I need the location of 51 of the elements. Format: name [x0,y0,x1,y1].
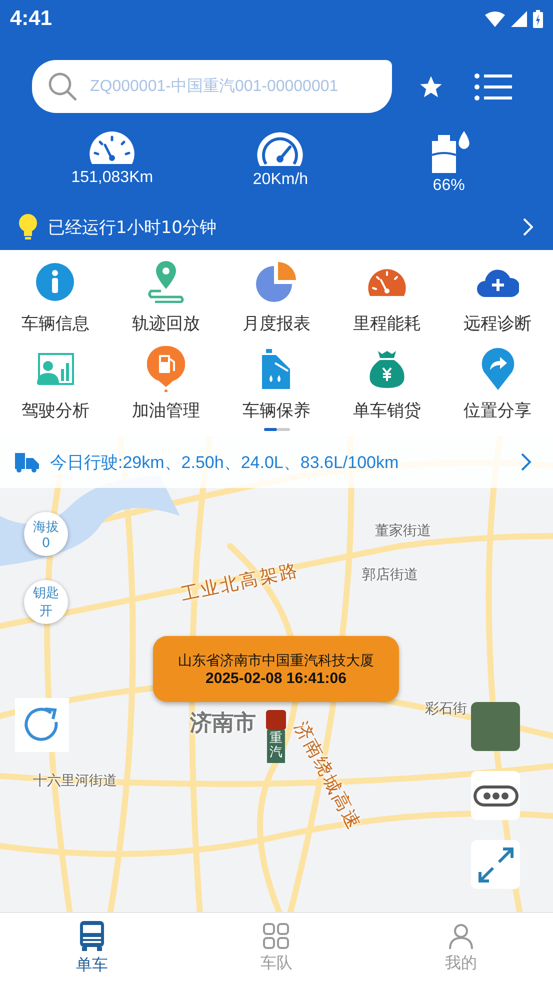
feature-menu-item[interactable]: 加油管理 [110,345,222,422]
gauge-icon [89,131,136,165]
chevron-right-icon [523,218,533,236]
truck-icon [79,920,106,950]
cloud-plus-icon [476,267,519,297]
location-route-icon [146,261,185,303]
stat-value: 66% [432,177,465,195]
chevron-right-icon [521,453,531,471]
status-badge: 钥匙 开 [24,580,68,624]
share-pin-icon [480,348,515,390]
feature-menu-item[interactable]: 轨迹回放 [110,258,222,335]
status-time: 4:41 [10,7,52,31]
expand-button[interactable] [471,840,520,889]
more-button[interactable] [471,771,520,820]
search-icon [48,72,78,102]
location-popup: 山东省济南市中国重汽科技大厦 2025-02-08 16:41:06 [153,636,399,702]
place-label: 十六里河街道 [33,772,117,790]
place-label: 董家街道 [375,522,431,540]
oil-bottle-icon [261,349,292,389]
gauge-icon [367,268,408,296]
feature-menu-item[interactable]: 月度报表 [221,258,332,335]
stat-value: 151,083Km [71,169,154,187]
search-field[interactable]: ZQ000001-中国重汽001-00000001 [32,60,392,113]
truck-icon [14,451,40,473]
feature-menu-item[interactable]: 位置分享 [442,345,553,422]
feature-menu-item[interactable]: 里程能耗 [332,258,442,335]
info-icon [36,263,74,301]
feature-menu-item[interactable]: 驾驶分析 [0,345,111,422]
feature-menu-item[interactable]: 车辆信息 [0,258,111,335]
driver-chart-icon [36,353,74,385]
road-label: 工业北高架路 [178,558,302,606]
runtime-banner[interactable]: 已经运行1小时10分钟 [0,208,553,250]
grid-icon [263,922,290,948]
lightbulb-icon [18,214,38,240]
stat-value: 20Km/h [252,171,308,189]
nav-tab[interactable]: 单车 [0,913,184,983]
feature-menu-item[interactable]: 车辆保养 [221,345,332,422]
pie-chart-icon [256,262,296,302]
fuel-pump-pin-icon [146,346,185,392]
feature-menu-item[interactable]: 单车销贷 [332,345,442,422]
battery-icon [533,10,543,28]
wifi-icon [485,11,505,27]
speedometer-icon [256,131,304,167]
feature-menu-item[interactable]: 远程诊断 [442,258,553,335]
road-label: 济南绕城高速 [289,717,366,835]
place-label: 郭店街道 [362,566,418,584]
money-bag-icon [368,350,406,388]
person-icon [448,922,474,948]
today-summary-bar[interactable]: 今日行驶:29km、2.50h、24.0L、83.6L/100km [0,436,553,488]
signal-icon [511,11,527,27]
refresh-button[interactable] [15,698,69,752]
